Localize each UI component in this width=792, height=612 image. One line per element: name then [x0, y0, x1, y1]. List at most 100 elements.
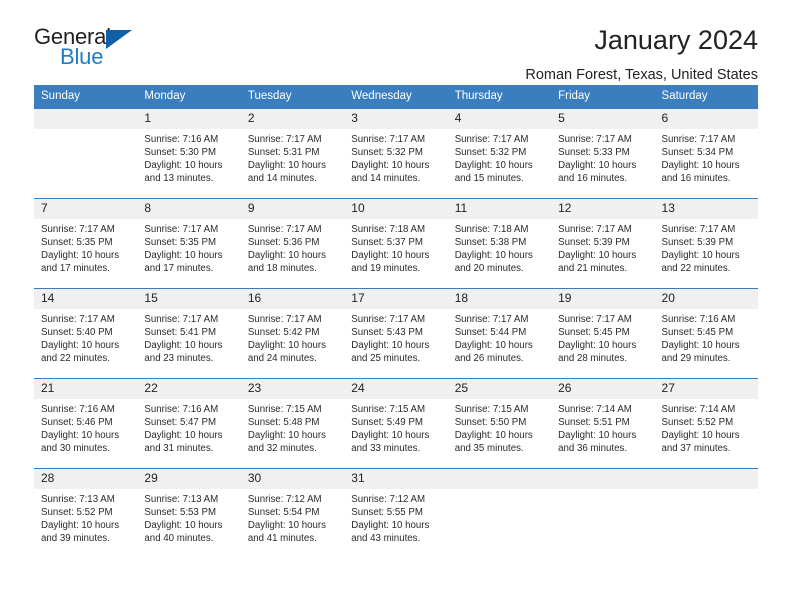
calendar-day-cell[interactable]: 23 Sunrise: 7:15 AM Sunset: 5:48 PM Dayligh… [240, 378, 345, 469]
sunset-text: Sunset: 5:46 PM [41, 416, 113, 428]
calendar-day-cell[interactable]: 19 Sunrise: 7:17 AM Sunset: 5:45 PM Dayligh… [551, 288, 655, 379]
calendar-day-cell[interactable]: 28 Sunrise: 7:13 AM Sunset: 5:52 PM Dayligh… [34, 468, 138, 559]
calendar-day-cell[interactable]: 13 Sunrise: 7:17 AM Sunset: 5:39 PM Dayligh… [654, 198, 758, 289]
sunset-text: Sunset: 5:35 PM [41, 236, 113, 248]
calendar-day-cell[interactable]: 24 Sunrise: 7:15 AM Sunset: 5:49 PM Dayligh… [344, 378, 448, 469]
calendar-day-cell[interactable]: 14 Sunrise: 7:17 AM Sunset: 5:40 PM Dayligh… [34, 288, 138, 379]
sunrise-text: Sunrise: 7:18 AM [351, 223, 426, 235]
sunrise-text: Sunrise: 7:17 AM [558, 133, 632, 145]
calendar-day-cell[interactable]: 30 Sunrise: 7:12 AM Sunset: 5:54 PM Dayligh… [240, 468, 345, 559]
logo-text-blue: Blue [60, 44, 104, 69]
calendar-day-cell[interactable]: 17 Sunrise: 7:17 AM Sunset: 5:43 PM Dayligh… [344, 288, 448, 379]
day-number: 1 [137, 108, 241, 129]
calendar-day-cell[interactable]: 27 Sunrise: 7:14 AM Sunset: 5:52 PM Dayligh… [654, 378, 758, 469]
general-blue-logo[interactable]: General Blue [34, 26, 154, 74]
calendar-day-cell-empty [34, 108, 138, 199]
calendar-day-cell-empty [447, 468, 552, 559]
sunset-text: Sunset: 5:38 PM [454, 236, 527, 248]
day-details: Sunrise: 7:13 AM Sunset: 5:53 PM Daylight:… [137, 489, 240, 546]
day-number: 12 [551, 198, 655, 219]
calendar-day-cell[interactable]: 2 Sunrise: 7:17 AM Sunset: 5:31 PM Daylight… [240, 108, 345, 199]
day-details: Sunrise: 7:13 AM Sunset: 5:52 PM Daylight:… [34, 489, 137, 546]
day-number: 16 [240, 288, 345, 309]
calendar-day-cell[interactable]: 31 Sunrise: 7:12 AM Sunset: 5:55 PM Dayligh… [344, 468, 448, 559]
sunrise-text: Sunrise: 7:17 AM [558, 313, 632, 325]
day-details: Sunrise: 7:16 AM Sunset: 5:30 PM Daylight:… [137, 129, 240, 186]
sunset-text: Sunset: 5:44 PM [454, 326, 527, 338]
day-details: Sunrise: 7:16 AM Sunset: 5:46 PM Daylight:… [34, 399, 137, 456]
day-number: 18 [447, 288, 552, 309]
sunset-text: Sunset: 5:35 PM [144, 236, 217, 248]
calendar-day-cell[interactable]: 3 Sunrise: 7:17 AM Sunset: 5:32 PM Daylight… [344, 108, 448, 199]
sunset-text: Sunset: 5:47 PM [144, 416, 217, 428]
weekday-header-sunday: Sunday [34, 85, 138, 109]
day-details: Sunrise: 7:15 AM Sunset: 5:50 PM Daylight:… [448, 399, 551, 456]
daylight-text: Daylight: 10 hours and 29 minutes. [661, 340, 740, 365]
sunrise-text: Sunrise: 7:17 AM [351, 133, 426, 145]
calendar-day-cell[interactable]: 10 Sunrise: 7:18 AM Sunset: 5:37 PM Dayligh… [344, 198, 448, 289]
sunrise-text: Sunrise: 7:16 AM [41, 403, 115, 415]
day-number: 30 [240, 468, 345, 489]
sunrise-text: Sunrise: 7:17 AM [661, 223, 736, 235]
day-details: Sunrise: 7:17 AM Sunset: 5:39 PM Daylight:… [551, 219, 654, 276]
sunrise-text: Sunrise: 7:15 AM [454, 403, 529, 415]
calendar-day-cell[interactable]: 4 Sunrise: 7:17 AM Sunset: 5:32 PM Daylight… [447, 108, 552, 199]
calendar-day-cell[interactable]: 22 Sunrise: 7:16 AM Sunset: 5:47 PM Dayligh… [137, 378, 241, 469]
calendar-day-cell[interactable]: 1 Sunrise: 7:16 AM Sunset: 5:30 PM Daylight… [137, 108, 241, 199]
day-number: 11 [447, 198, 552, 219]
day-number [551, 468, 655, 489]
sunset-text: Sunset: 5:54 PM [247, 506, 320, 518]
day-details: Sunrise: 7:17 AM Sunset: 5:31 PM Daylight:… [241, 129, 344, 186]
daylight-text: Daylight: 10 hours and 31 minutes. [144, 430, 223, 455]
daylight-text: Daylight: 10 hours and 39 minutes. [41, 520, 120, 545]
sunset-text: Sunset: 5:55 PM [351, 506, 423, 518]
calendar-day-cell[interactable]: 29 Sunrise: 7:13 AM Sunset: 5:53 PM Dayligh… [137, 468, 241, 559]
day-number: 14 [34, 288, 138, 309]
day-number: 22 [137, 378, 241, 399]
day-number [447, 468, 552, 489]
day-details: Sunrise: 7:17 AM Sunset: 5:35 PM Daylight:… [34, 219, 137, 276]
daylight-text: Daylight: 10 hours and 25 minutes. [351, 340, 430, 365]
calendar-day-cell[interactable]: 18 Sunrise: 7:17 AM Sunset: 5:44 PM Dayligh… [447, 288, 552, 379]
calendar-day-cell[interactable]: 16 Sunrise: 7:17 AM Sunset: 5:42 PM Dayligh… [240, 288, 345, 379]
logo-triangle-icon [106, 30, 132, 49]
day-details: Sunrise: 7:18 AM Sunset: 5:38 PM Daylight:… [448, 219, 551, 276]
daylight-text: Daylight: 10 hours and 18 minutes. [247, 250, 326, 275]
sunset-text: Sunset: 5:32 PM [351, 146, 423, 158]
day-number: 28 [34, 468, 138, 489]
sunset-text: Sunset: 5:37 PM [351, 236, 423, 248]
calendar-day-cell[interactable]: 9 Sunrise: 7:17 AM Sunset: 5:36 PM Daylight… [240, 198, 345, 289]
calendar-day-cell[interactable]: 11 Sunrise: 7:18 AM Sunset: 5:38 PM Dayligh… [447, 198, 552, 289]
title-block: January 2024 Roman Forest, Texas, United… [525, 25, 758, 84]
daylight-text: Daylight: 10 hours and 13 minutes. [144, 160, 223, 185]
calendar-body: 1 Sunrise: 7:16 AM Sunset: 5:30 PM Daylight… [34, 108, 758, 559]
day-number: 9 [240, 198, 345, 219]
calendar-day-cell-empty [551, 468, 655, 559]
calendar-day-cell[interactable]: 25 Sunrise: 7:15 AM Sunset: 5:50 PM Dayligh… [447, 378, 552, 469]
day-number: 6 [654, 108, 758, 129]
sunrise-text: Sunrise: 7:16 AM [144, 403, 219, 415]
calendar-day-cell[interactable]: 21 Sunrise: 7:16 AM Sunset: 5:46 PM Dayligh… [34, 378, 138, 469]
day-number: 17 [344, 288, 448, 309]
day-details: Sunrise: 7:17 AM Sunset: 5:44 PM Daylight:… [448, 309, 551, 366]
day-number: 20 [654, 288, 758, 309]
weekday-header-row: Sunday Monday Tuesday Wednesday Thursday Frid… [34, 85, 758, 109]
weekday-header-wednesday: Wednesday [344, 85, 448, 109]
day-number: 29 [137, 468, 241, 489]
daylight-text: Daylight: 10 hours and 23 minutes. [144, 340, 223, 365]
calendar-day-cell[interactable]: 20 Sunrise: 7:16 AM Sunset: 5:45 PM Dayligh… [654, 288, 758, 379]
calendar-day-cell[interactable]: 15 Sunrise: 7:17 AM Sunset: 5:41 PM Dayligh… [137, 288, 241, 379]
calendar-day-cell[interactable]: 26 Sunrise: 7:14 AM Sunset: 5:51 PM Dayligh… [551, 378, 655, 469]
calendar-day-cell[interactable]: 6 Sunrise: 7:17 AM Sunset: 5:34 PM Daylight… [654, 108, 758, 199]
calendar-day-cell[interactable]: 7 Sunrise: 7:17 AM Sunset: 5:35 PM Daylight… [34, 198, 138, 289]
day-number: 4 [447, 108, 552, 129]
sunset-text: Sunset: 5:50 PM [454, 416, 527, 428]
day-details: Sunrise: 7:12 AM Sunset: 5:55 PM Daylight:… [344, 489, 447, 546]
calendar-day-cell[interactable]: 5 Sunrise: 7:17 AM Sunset: 5:33 PM Daylight… [551, 108, 655, 199]
daylight-text: Daylight: 10 hours and 41 minutes. [247, 520, 326, 545]
sunset-text: Sunset: 5:41 PM [144, 326, 217, 338]
sunset-text: Sunset: 5:49 PM [351, 416, 423, 428]
calendar-day-cell[interactable]: 8 Sunrise: 7:17 AM Sunset: 5:35 PM Daylight… [137, 198, 241, 289]
sunrise-text: Sunrise: 7:15 AM [247, 403, 322, 415]
calendar-day-cell[interactable]: 12 Sunrise: 7:17 AM Sunset: 5:39 PM Dayligh… [551, 198, 655, 289]
